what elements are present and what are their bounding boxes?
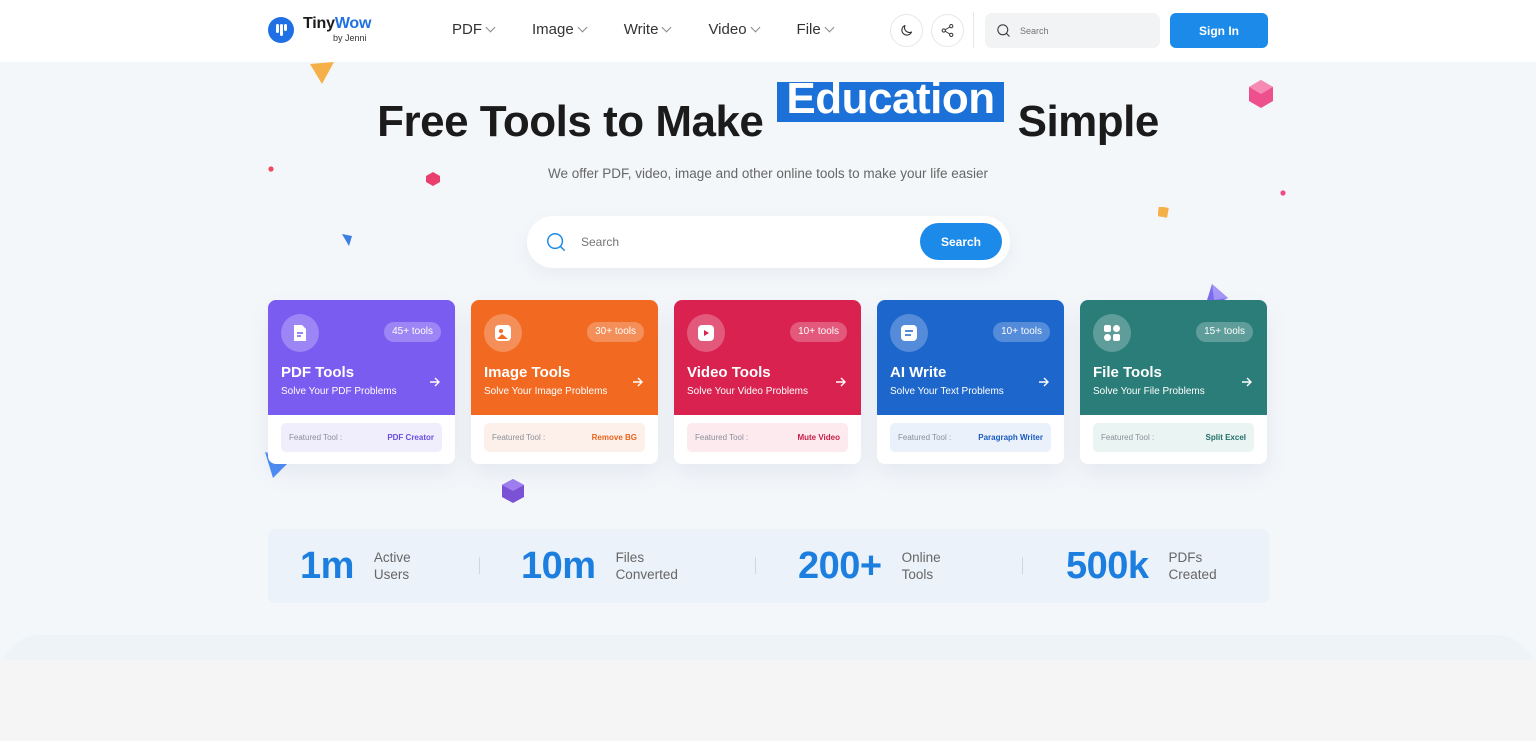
header-search[interactable] xyxy=(985,13,1160,48)
card-title: PDF Tools xyxy=(281,364,355,381)
arrow-right-icon xyxy=(430,377,440,387)
lower-section-fill xyxy=(0,660,1536,741)
hero-title: Free Tools to Make Education Simple xyxy=(377,82,1159,146)
nav-item-image[interactable]: Image xyxy=(532,21,588,38)
header: TinyWow by Jenni PDF Image Write Video F… xyxy=(0,0,1536,62)
stat-label: PDFs Created xyxy=(1168,550,1217,582)
stat-label: Files Converted xyxy=(615,550,678,582)
write-icon xyxy=(890,314,928,352)
header-search-input[interactable] xyxy=(1020,25,1140,36)
nav-item-video[interactable]: Video xyxy=(708,21,760,38)
featured-tool[interactable]: Featured Tool : Split Excel xyxy=(1093,423,1254,452)
logo-name: TinyWow xyxy=(303,15,372,32)
stat-divider xyxy=(1022,557,1023,574)
stat-divider xyxy=(479,557,480,574)
square-decoration-icon xyxy=(1158,207,1169,218)
stat-number: 500k xyxy=(1066,544,1149,587)
video-icon xyxy=(687,314,725,352)
logo[interactable]: TinyWow by Jenni xyxy=(268,16,371,43)
triangle-decoration-icon xyxy=(342,234,352,246)
card-title: AI Write xyxy=(890,364,947,381)
card-pdf-tools[interactable]: 45+ tools PDF Tools Solve Your PDF Probl… xyxy=(268,300,455,464)
stat-label: Active Users xyxy=(373,550,411,582)
card-title: Video Tools xyxy=(687,364,771,381)
stat-online-tools: 200+ Online Tools xyxy=(798,529,941,603)
share-button[interactable] xyxy=(931,14,964,47)
search-icon xyxy=(997,24,1010,37)
triangle-decoration-icon xyxy=(310,62,334,84)
featured-tool[interactable]: Featured Tool : PDF Creator xyxy=(281,423,442,452)
tools-count-badge: 15+ tools xyxy=(1196,322,1253,342)
tool-categories: 45+ tools PDF Tools Solve Your PDF Probl… xyxy=(268,300,1267,464)
share-icon xyxy=(941,24,954,37)
sign-in-button[interactable]: Sign In xyxy=(1170,13,1268,48)
main-nav: PDF Image Write Video File xyxy=(452,21,871,38)
logo-byline: by Jenni xyxy=(333,33,367,43)
tools-count-badge: 10+ tools xyxy=(790,322,847,342)
header-divider xyxy=(973,12,974,48)
stat-number: 10m xyxy=(521,544,596,587)
hero-subtitle: We offer PDF, video, image and other onl… xyxy=(548,166,988,181)
stat-divider xyxy=(755,557,756,574)
hero-title-highlight: Education xyxy=(777,82,1004,122)
stat-active-users: 1m Active Users xyxy=(300,529,411,603)
card-description: Solve Your Video Problems xyxy=(687,386,809,397)
chevron-down-icon xyxy=(485,22,496,33)
nav-item-write[interactable]: Write xyxy=(624,21,672,38)
arrow-right-icon xyxy=(836,377,846,387)
chevron-down-icon xyxy=(824,22,835,33)
chevron-down-icon xyxy=(661,22,672,33)
card-ai-write[interactable]: 10+ tools AI Write Solve Your Text Probl… xyxy=(877,300,1064,464)
card-file-tools[interactable]: 15+ tools File Tools Solve Your File Pro… xyxy=(1080,300,1267,464)
nav-item-pdf[interactable]: PDF xyxy=(452,21,496,38)
tools-count-badge: 45+ tools xyxy=(384,322,441,342)
hero-search-button[interactable]: Search xyxy=(920,223,1002,260)
hero-search-input[interactable] xyxy=(581,235,901,249)
logo-icon xyxy=(268,16,294,43)
card-description: Solve Your Image Problems xyxy=(484,386,608,397)
card-title: Image Tools xyxy=(484,364,571,381)
stat-number: 200+ xyxy=(798,544,882,587)
card-title: File Tools xyxy=(1093,364,1162,381)
stat-label: Online Tools xyxy=(901,550,941,582)
file-icon xyxy=(1093,314,1131,352)
search-icon xyxy=(547,233,565,251)
dark-mode-button[interactable] xyxy=(890,14,923,47)
stat-number: 1m xyxy=(300,544,354,587)
stat-files-converted: 10m Files Converted xyxy=(521,529,678,603)
featured-tool[interactable]: Featured Tool : Mute Video xyxy=(687,423,848,452)
stats-bar: 1m Active Users 10m Files Converted 200+ O… xyxy=(268,529,1269,603)
cube-decoration-icon xyxy=(502,479,524,503)
tools-count-badge: 10+ tools xyxy=(993,322,1050,342)
chevron-down-icon xyxy=(577,22,588,33)
card-description: Solve Your PDF Problems xyxy=(281,386,397,397)
card-description: Solve Your File Problems xyxy=(1093,386,1205,397)
arrow-right-icon xyxy=(633,377,643,387)
card-description: Solve Your Text Problems xyxy=(890,386,1004,397)
arrow-right-icon xyxy=(1039,377,1049,387)
featured-tool[interactable]: Featured Tool : Remove BG xyxy=(484,423,645,452)
stat-pdfs-created: 500k PDFs Created xyxy=(1066,529,1217,603)
arrow-right-icon xyxy=(1242,377,1252,387)
dot-decoration-icon xyxy=(1280,190,1286,196)
nav-item-file[interactable]: File xyxy=(797,21,835,38)
pdf-icon xyxy=(281,314,319,352)
card-video-tools[interactable]: 10+ tools Video Tools Solve Your Video P… xyxy=(674,300,861,464)
image-icon xyxy=(484,314,522,352)
chevron-down-icon xyxy=(750,22,760,33)
tools-count-badge: 30+ tools xyxy=(587,322,644,342)
hero-search-bar: Search xyxy=(527,216,1010,268)
card-image-tools[interactable]: 30+ tools Image Tools Solve Your Image P… xyxy=(471,300,658,464)
moon-icon xyxy=(901,24,913,36)
featured-tool[interactable]: Featured Tool : Paragraph Writer xyxy=(890,423,1051,452)
